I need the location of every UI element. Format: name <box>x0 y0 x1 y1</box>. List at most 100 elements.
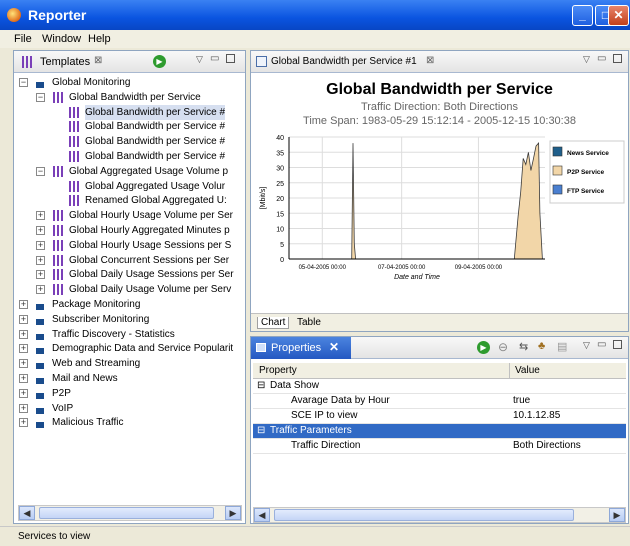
chart-tab-close-icon[interactable]: ⊠ <box>426 55 434 66</box>
property-column-header[interactable]: Property <box>259 365 297 376</box>
expand-icon[interactable]: + <box>19 300 28 309</box>
property-row[interactable]: SCE IP to view 10.1.12.85 <box>253 409 626 424</box>
scroll-right-button[interactable]: ▶ <box>609 508 625 522</box>
expand-icon[interactable]: + <box>19 388 28 398</box>
chart-subtab[interactable]: Chart <box>257 317 290 329</box>
scroll-left-button[interactable]: ◀ <box>19 506 35 520</box>
property-row[interactable]: ⊟ Data Show <box>253 379 626 394</box>
property-row[interactable]: ⊟ Traffic Parameters <box>253 424 626 439</box>
tree-item[interactable]: − Global Monitoring <box>14 75 245 90</box>
table-subtab[interactable]: Table <box>297 317 321 328</box>
tree-horizontal-scrollbar[interactable]: ◀ ▶ <box>18 505 242 521</box>
expand-icon[interactable]: + <box>36 285 45 295</box>
report-icon <box>53 284 65 296</box>
chart-subtitle: Traffic Direction: Both Directions <box>360 101 519 113</box>
tree-item[interactable]: + Malicious Traffic <box>14 415 245 430</box>
expand-icon[interactable]: + <box>19 418 28 428</box>
legend-label: FTP Service <box>567 188 604 195</box>
tree-item[interactable]: Global Aggregated Usage Volur <box>14 179 245 194</box>
app-icon <box>7 8 21 22</box>
view-menu-icon[interactable]: ▽ <box>583 340 590 351</box>
property-row[interactable]: Avarage Data by Hour true <box>253 394 626 409</box>
title-bar: Reporter _ □ ✕ <box>0 0 630 30</box>
expand-icon[interactable]: + <box>19 344 28 354</box>
expand-icon[interactable]: + <box>19 374 28 383</box>
tree-item[interactable]: + Subscriber Monitoring <box>14 312 245 327</box>
value-column-header[interactable]: Value <box>515 365 540 376</box>
expand-icon[interactable]: + <box>19 329 28 339</box>
collapse-icon[interactable]: ⊟ <box>257 379 265 393</box>
collapse-icon[interactable]: − <box>36 92 45 102</box>
maximize-view-icon[interactable] <box>226 54 235 63</box>
advanced-icon[interactable]: ▤ <box>557 340 567 353</box>
filter-icon[interactable]: ⇆ <box>519 340 528 353</box>
templates-tab[interactable]: Templates <box>40 56 90 68</box>
templates-tab-close-icon[interactable]: ⊠ <box>94 55 102 66</box>
collapse-icon[interactable]: ⊟ <box>257 424 265 438</box>
tree-item[interactable]: + Mail and News <box>14 371 245 386</box>
tree-item[interactable]: Renamed Global Aggregated U: <box>14 193 245 208</box>
close-button[interactable]: ✕ <box>608 5 629 26</box>
maximize-view-icon[interactable] <box>613 340 622 349</box>
menu-file[interactable]: File <box>14 33 32 45</box>
tree-item-label: Global Aggregated Usage Volur <box>85 180 226 192</box>
expand-icon[interactable]: + <box>19 403 28 413</box>
expand-icon[interactable]: + <box>36 240 45 250</box>
view-menu-icon[interactable]: ▽ <box>196 54 203 65</box>
series-area <box>289 142 545 260</box>
tree-item[interactable]: + Global Hourly Aggregated Minutes p <box>14 223 245 238</box>
minimize-view-icon[interactable]: ▭ <box>597 339 606 350</box>
tree-item[interactable]: Global Bandwidth per Service # <box>14 134 245 149</box>
expand-icon[interactable]: + <box>19 314 28 324</box>
tree-item[interactable]: Global Bandwidth per Service # <box>14 104 245 120</box>
report-icon <box>69 136 81 148</box>
maximize-view-icon[interactable] <box>613 54 622 63</box>
tree-item[interactable]: + Global Hourly Usage Volume per Ser <box>14 208 245 223</box>
tree-item-label: Global Hourly Aggregated Minutes p <box>69 225 230 236</box>
collapse-icon[interactable]: − <box>19 78 28 87</box>
expand-icon[interactable]: + <box>36 255 45 265</box>
tree-item[interactable]: Global Bandwidth per Service # <box>14 119 245 134</box>
scroll-thumb[interactable] <box>274 509 574 521</box>
tree-item[interactable]: + Traffic Discovery - Statistics <box>14 327 245 342</box>
refresh-icon[interactable]: ⊖ <box>498 340 508 354</box>
legend-swatch <box>552 184 563 195</box>
menu-window[interactable]: Window <box>42 33 81 45</box>
scroll-left-button[interactable]: ◀ <box>254 508 270 522</box>
templates-icon <box>22 56 34 68</box>
tree-item[interactable]: + Global Daily Usage Volume per Serv <box>14 282 245 297</box>
expand-icon[interactable]: + <box>19 359 28 369</box>
category-icon <box>36 417 44 429</box>
tree-item[interactable]: + Web and Streaming <box>14 356 245 371</box>
run-icon[interactable]: ▶ <box>153 55 166 68</box>
tree-item[interactable]: + VoIP <box>14 401 245 416</box>
tree-item[interactable]: + Global Concurrent Sessions per Ser <box>14 253 245 268</box>
view-menu-icon[interactable]: ▽ <box>583 54 590 65</box>
scroll-thumb[interactable] <box>39 507 214 519</box>
scroll-right-button[interactable]: ▶ <box>225 506 241 520</box>
expand-icon[interactable]: + <box>36 226 45 235</box>
tree-item[interactable]: − Global Bandwidth per Service <box>14 90 245 105</box>
tree-item[interactable]: + Package Monitoring <box>14 297 245 312</box>
tree-item[interactable]: + Global Hourly Usage Sessions per S <box>14 238 245 253</box>
tree-item[interactable]: + Demographic Data and Service Popularit <box>14 341 245 356</box>
chart-tab[interactable]: Global Bandwidth per Service #1 <box>271 56 417 67</box>
expand-icon[interactable]: + <box>36 211 45 221</box>
minimize-view-icon[interactable]: ▭ <box>597 53 606 64</box>
collapse-icon[interactable]: − <box>36 166 45 176</box>
tree-item[interactable]: + Global Daily Usage Sessions per Ser <box>14 267 245 282</box>
minimize-view-icon[interactable]: ▭ <box>210 53 219 64</box>
property-name: Data Show <box>270 380 319 391</box>
tree-item[interactable]: + P2P <box>14 386 245 401</box>
property-row[interactable]: Traffic Direction Both Directions <box>253 439 626 454</box>
properties-tab-close-icon[interactable]: ✕ <box>329 340 339 354</box>
run-icon[interactable]: ▶ <box>477 341 490 354</box>
tree-item[interactable]: Global Bandwidth per Service # <box>14 149 245 164</box>
properties-horizontal-scrollbar[interactable]: ◀ ▶ <box>253 507 626 523</box>
categories-icon[interactable]: ♣ <box>538 340 545 352</box>
menu-help[interactable]: Help <box>88 33 111 45</box>
properties-tab[interactable]: Properties ✕ <box>251 337 351 359</box>
minimize-button[interactable]: _ <box>572 5 593 26</box>
tree-item[interactable]: − Global Aggregated Usage Volume p <box>14 164 245 179</box>
expand-icon[interactable]: + <box>36 270 45 280</box>
